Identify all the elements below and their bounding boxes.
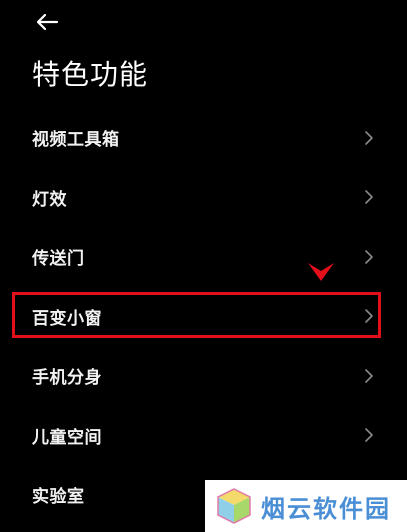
menu-item-label: 儿童空间: [32, 427, 102, 448]
menu-item-label: 手机分身: [32, 368, 102, 389]
watermark-text: 烟云软件园: [261, 494, 391, 523]
page-title: 特色功能: [32, 58, 149, 91]
chevron-right-icon: [365, 130, 373, 145]
chevron-right-icon: [365, 428, 373, 443]
chevron-right-icon: [365, 368, 373, 383]
back-button[interactable]: [30, 8, 64, 36]
menu-item-video-toolbox[interactable]: 视频工具箱: [0, 108, 407, 168]
chevron-right-icon: [365, 309, 373, 324]
menu-item-label: 实验室: [32, 487, 85, 508]
menu-item-label: 百变小窗: [32, 308, 102, 329]
menu-item-portal[interactable]: 传送门: [0, 227, 407, 287]
menu-item-label: 传送门: [32, 249, 85, 270]
menu-item-floating-window[interactable]: 百变小窗: [0, 287, 407, 347]
settings-list: 视频工具箱 灯效 传送门 百变小窗 手机分身 儿童空间 实验室: [0, 108, 407, 525]
chevron-right-icon: [365, 249, 373, 264]
menu-item-kids-space[interactable]: 儿童空间: [0, 406, 407, 466]
menu-item-label: 灯效: [32, 189, 67, 210]
watermark: 烟云软件园: [205, 480, 407, 532]
menu-item-dual-apps[interactable]: 手机分身: [0, 346, 407, 406]
chevron-right-icon: [365, 190, 373, 205]
menu-item-light-effects[interactable]: 灯效: [0, 168, 407, 228]
arrow-left-icon: [36, 13, 59, 31]
menu-item-label: 视频工具箱: [32, 130, 120, 151]
cube-logo-icon: [217, 488, 251, 524]
